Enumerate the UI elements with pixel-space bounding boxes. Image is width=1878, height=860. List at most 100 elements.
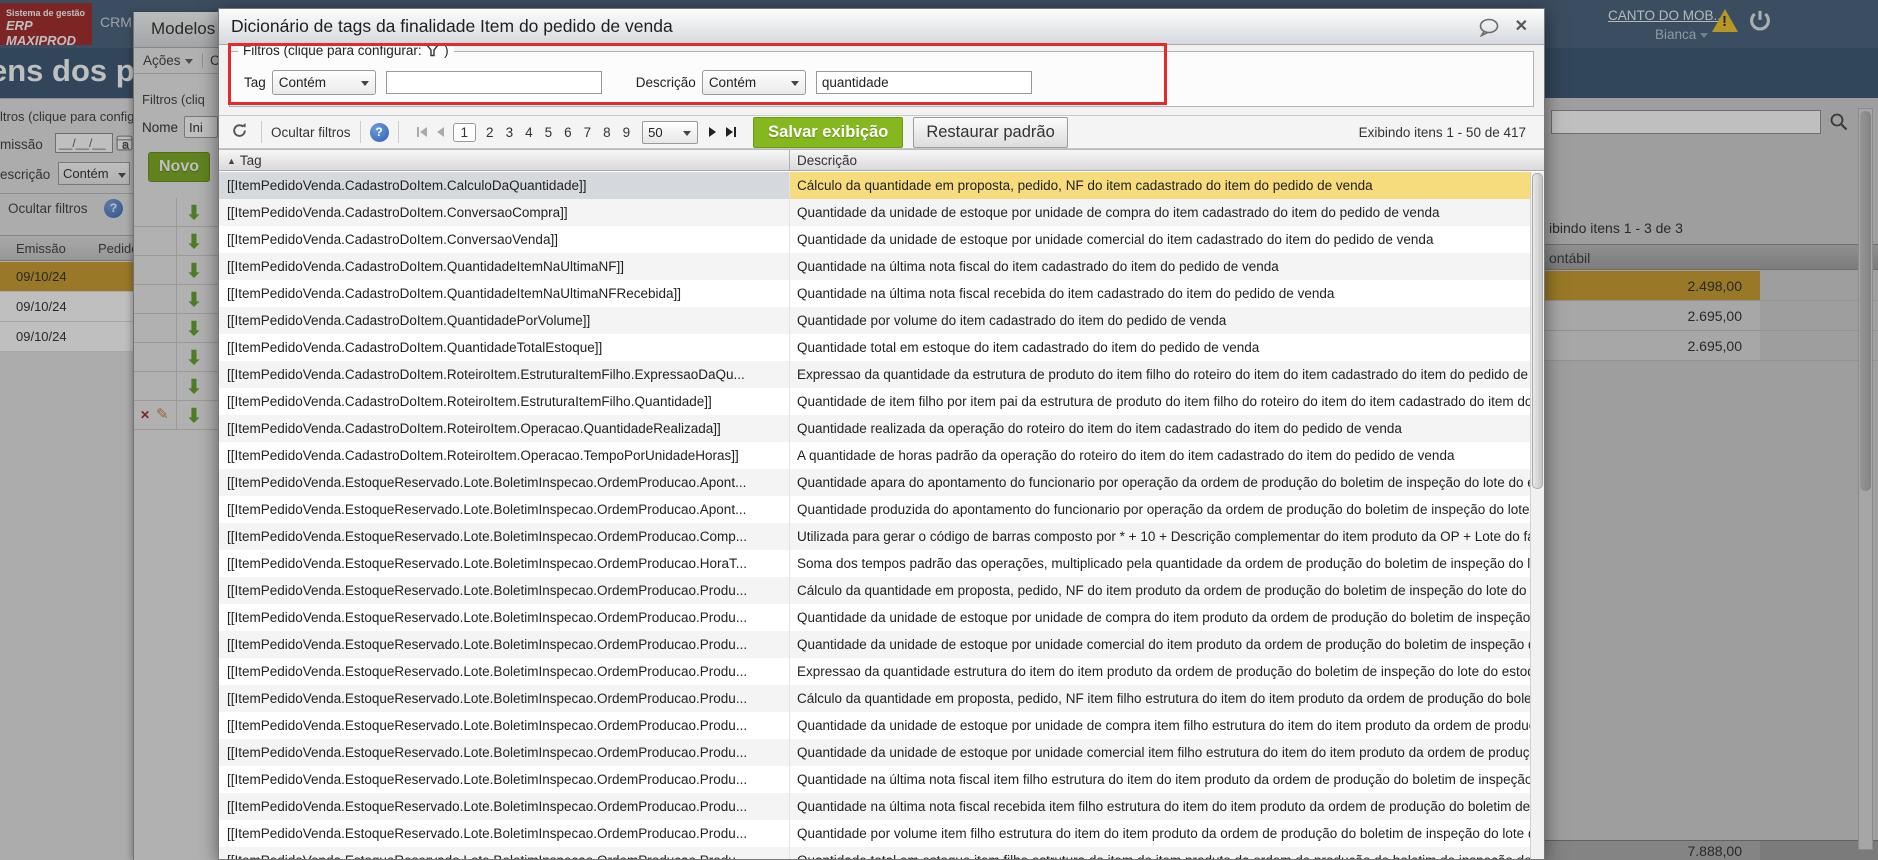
- annotation-box: [228, 43, 1167, 105]
- table-row[interactable]: [[ItemPedidoVenda.EstoqueReservado.Lote.…: [219, 739, 1530, 766]
- descricao-cell: Quantidade na última nota fiscal do item…: [789, 253, 1530, 280]
- table-row[interactable]: [[ItemPedidoVenda.EstoqueReservado.Lote.…: [219, 793, 1530, 820]
- table-row[interactable]: [[ItemPedidoVenda.EstoqueReservado.Lote.…: [219, 820, 1530, 847]
- tag-cell: [[ItemPedidoVenda.EstoqueReservado.Lote.…: [227, 772, 748, 787]
- help-icon[interactable]: ?: [369, 122, 389, 142]
- tag-cell: [[ItemPedidoVenda.EstoqueReservado.Lote.…: [227, 529, 748, 544]
- table-scrollbar[interactable]: [1530, 172, 1544, 859]
- page-number-4[interactable]: 4: [525, 125, 533, 140]
- table-row[interactable]: [[ItemPedidoVenda.EstoqueReservado.Lote.…: [219, 604, 1530, 631]
- sort-asc-icon: ▲: [227, 156, 236, 166]
- modal-title: Dicionário de tags da finalidade Item do…: [231, 16, 673, 36]
- tag-cell: [[ItemPedidoVenda.CadastroDoItem.Quantid…: [227, 259, 624, 274]
- page-size-select[interactable]: 50: [642, 120, 699, 144]
- table-row[interactable]: [[ItemPedidoVenda.EstoqueReservado.Lote.…: [219, 766, 1530, 793]
- descricao-cell: Quantidade total em estoque item filho e…: [789, 847, 1530, 859]
- table-row[interactable]: [[ItemPedidoVenda.CadastroDoItem.Quantid…: [219, 253, 1530, 280]
- tag-cell: [[ItemPedidoVenda.EstoqueReservado.Lote.…: [227, 637, 748, 652]
- tag-cell: [[ItemPedidoVenda.EstoqueReservado.Lote.…: [227, 691, 748, 706]
- descricao-cell: Quantidade de item filho por item pai da…: [789, 388, 1530, 415]
- tag-cell: [[ItemPedidoVenda.EstoqueReservado.Lote.…: [227, 799, 748, 814]
- table-row[interactable]: [[ItemPedidoVenda.CadastroDoItem.Quantid…: [219, 334, 1530, 361]
- restaurar-padrao-button[interactable]: Restaurar padrão: [913, 116, 1068, 148]
- tag-cell: [[ItemPedidoVenda.CadastroDoItem.Convers…: [227, 205, 568, 220]
- page-number-8[interactable]: 8: [603, 125, 611, 140]
- descricao-cell: Quantidade da unidade de estoque por uni…: [789, 226, 1530, 253]
- tag-cell: [[ItemPedidoVenda.EstoqueReservado.Lote.…: [227, 826, 748, 841]
- descricao-cell: Quantidade total em estoque do item cada…: [789, 334, 1530, 361]
- descricao-cell: Quantidade realizada da operação do rote…: [789, 415, 1530, 442]
- scrollbar-thumb[interactable]: [1532, 173, 1543, 490]
- descricao-cell: Quantidade por volume item filho estrutu…: [789, 820, 1530, 847]
- table-row[interactable]: [[ItemPedidoVenda.CadastroDoItem.Convers…: [219, 226, 1530, 253]
- next-page-button[interactable]: [709, 127, 717, 137]
- tag-cell: [[ItemPedidoVenda.EstoqueReservado.Lote.…: [227, 664, 748, 679]
- table-row[interactable]: [[ItemPedidoVenda.CadastroDoItem.Roteiro…: [219, 415, 1530, 442]
- chat-bubble-icon[interactable]: [1478, 18, 1500, 42]
- page-number-7[interactable]: 7: [584, 125, 592, 140]
- table-row[interactable]: [[ItemPedidoVenda.CadastroDoItem.Quantid…: [219, 280, 1530, 307]
- tag-cell: [[ItemPedidoVenda.CadastroDoItem.Roteiro…: [227, 367, 745, 382]
- table-row[interactable]: [[ItemPedidoVenda.EstoqueReservado.Lote.…: [219, 523, 1530, 550]
- table-row[interactable]: [[ItemPedidoVenda.CadastroDoItem.Roteiro…: [219, 361, 1530, 388]
- screen: Sistema de gestão ERP MAXIPROD CRM CANTO…: [0, 0, 1878, 860]
- tag-cell: [[ItemPedidoVenda.CadastroDoItem.Roteiro…: [227, 394, 712, 409]
- first-page-button[interactable]: [416, 127, 427, 137]
- table-row[interactable]: [[ItemPedidoVenda.CadastroDoItem.Convers…: [219, 199, 1530, 226]
- col-header-tag[interactable]: ▲ Tag: [219, 150, 789, 170]
- tag-cell: [[ItemPedidoVenda.EstoqueReservado.Lote.…: [227, 745, 748, 760]
- modal-toolbar: Ocultar filtros ? 123456789 50 Salvar ex…: [219, 115, 1544, 149]
- divider: [397, 121, 399, 143]
- divider: [359, 121, 361, 143]
- page-number-3[interactable]: 3: [506, 125, 514, 140]
- descricao-cell: Quantidade da unidade de estoque por uni…: [789, 604, 1530, 631]
- descricao-cell: Quantidade por volume do item cadastrado…: [789, 307, 1530, 334]
- col-header-descricao[interactable]: Descrição: [789, 150, 1544, 170]
- table-row[interactable]: [[ItemPedidoVenda.EstoqueReservado.Lote.…: [219, 847, 1530, 859]
- table-row[interactable]: [[ItemPedidoVenda.EstoqueReservado.Lote.…: [219, 712, 1530, 739]
- table-row[interactable]: [[ItemPedidoVenda.CadastroDoItem.Roteiro…: [219, 388, 1530, 415]
- descricao-cell: Quantidade da unidade de estoque por uni…: [789, 712, 1530, 739]
- modal-titlebar: Dicionário de tags da finalidade Item do…: [219, 9, 1544, 45]
- descricao-cell: Cálculo da quantidade em proposta, pedid…: [789, 172, 1530, 199]
- table-row[interactable]: [[ItemPedidoVenda.CadastroDoItem.Quantid…: [219, 307, 1530, 334]
- table-row[interactable]: [[ItemPedidoVenda.EstoqueReservado.Lote.…: [219, 631, 1530, 658]
- ocultar-filtros-button[interactable]: Ocultar filtros: [271, 125, 351, 140]
- descricao-cell: A quantidade de horas padrão da operação…: [789, 442, 1530, 469]
- table-row[interactable]: [[ItemPedidoVenda.CadastroDoItem.Calculo…: [219, 172, 1530, 199]
- page-number-1[interactable]: 1: [452, 122, 477, 142]
- tag-cell: [[ItemPedidoVenda.CadastroDoItem.Quantid…: [227, 313, 591, 328]
- table-row[interactable]: [[ItemPedidoVenda.EstoqueReservado.Lote.…: [219, 469, 1530, 496]
- descricao-cell: Quantidade apara do apontamento do funci…: [789, 469, 1530, 496]
- page-number-2[interactable]: 2: [486, 125, 494, 140]
- descricao-cell: Soma dos tempos padrão das operações, mu…: [789, 550, 1530, 577]
- tag-table: ▲ Tag Descrição [[ItemPedidoVenda.Cadastr…: [219, 149, 1544, 859]
- tag-cell: [[ItemPedidoVenda.EstoqueReservado.Lote.…: [219, 847, 789, 859]
- table-row[interactable]: [[ItemPedidoVenda.EstoqueReservado.Lote.…: [219, 577, 1530, 604]
- table-row[interactable]: [[ItemPedidoVenda.EstoqueReservado.Lote.…: [219, 550, 1530, 577]
- descricao-cell: Cálculo da quantidade em proposta, pedid…: [789, 577, 1530, 604]
- table-row[interactable]: [[ItemPedidoVenda.CadastroDoItem.Roteiro…: [219, 442, 1530, 469]
- descricao-cell: Quantidade na última nota fiscal recebid…: [789, 280, 1530, 307]
- last-page-button[interactable]: [726, 127, 737, 137]
- table-row[interactable]: [[ItemPedidoVenda.EstoqueReservado.Lote.…: [219, 496, 1530, 523]
- refresh-icon[interactable]: [227, 122, 252, 142]
- tag-cell: [[ItemPedidoVenda.CadastroDoItem.Calculo…: [219, 172, 789, 199]
- tag-cell: [[ItemPedidoVenda.EstoqueReservado.Lote.…: [227, 502, 747, 517]
- tag-cell: [[ItemPedidoVenda.EstoqueReservado.Lote.…: [227, 718, 748, 733]
- tag-cell: [[ItemPedidoVenda.EstoqueReservado.Lote.…: [227, 583, 748, 598]
- page-number-5[interactable]: 5: [545, 125, 553, 140]
- table-row[interactable]: [[ItemPedidoVenda.EstoqueReservado.Lote.…: [219, 658, 1530, 685]
- salvar-exibicao-button[interactable]: Salvar exibição: [753, 116, 904, 148]
- page-number-6[interactable]: 6: [564, 125, 572, 140]
- tag-table-header: ▲ Tag Descrição: [219, 149, 1544, 171]
- tag-cell: [[ItemPedidoVenda.EstoqueReservado.Lote.…: [227, 475, 747, 490]
- table-row[interactable]: [[ItemPedidoVenda.EstoqueReservado.Lote.…: [219, 685, 1530, 712]
- descricao-cell: Quantidade produzida do apontamento do f…: [789, 496, 1530, 523]
- tag-cell: [[ItemPedidoVenda.EstoqueReservado.Lote.…: [227, 556, 748, 571]
- tag-cell: [[ItemPedidoVenda.CadastroDoItem.Roteiro…: [227, 448, 739, 463]
- tag-dictionary-modal: Dicionário de tags da finalidade Item do…: [218, 8, 1545, 860]
- page-number-9[interactable]: 9: [623, 125, 631, 140]
- prev-page-button[interactable]: [436, 127, 444, 137]
- close-icon[interactable]: ✕: [1515, 16, 1528, 36]
